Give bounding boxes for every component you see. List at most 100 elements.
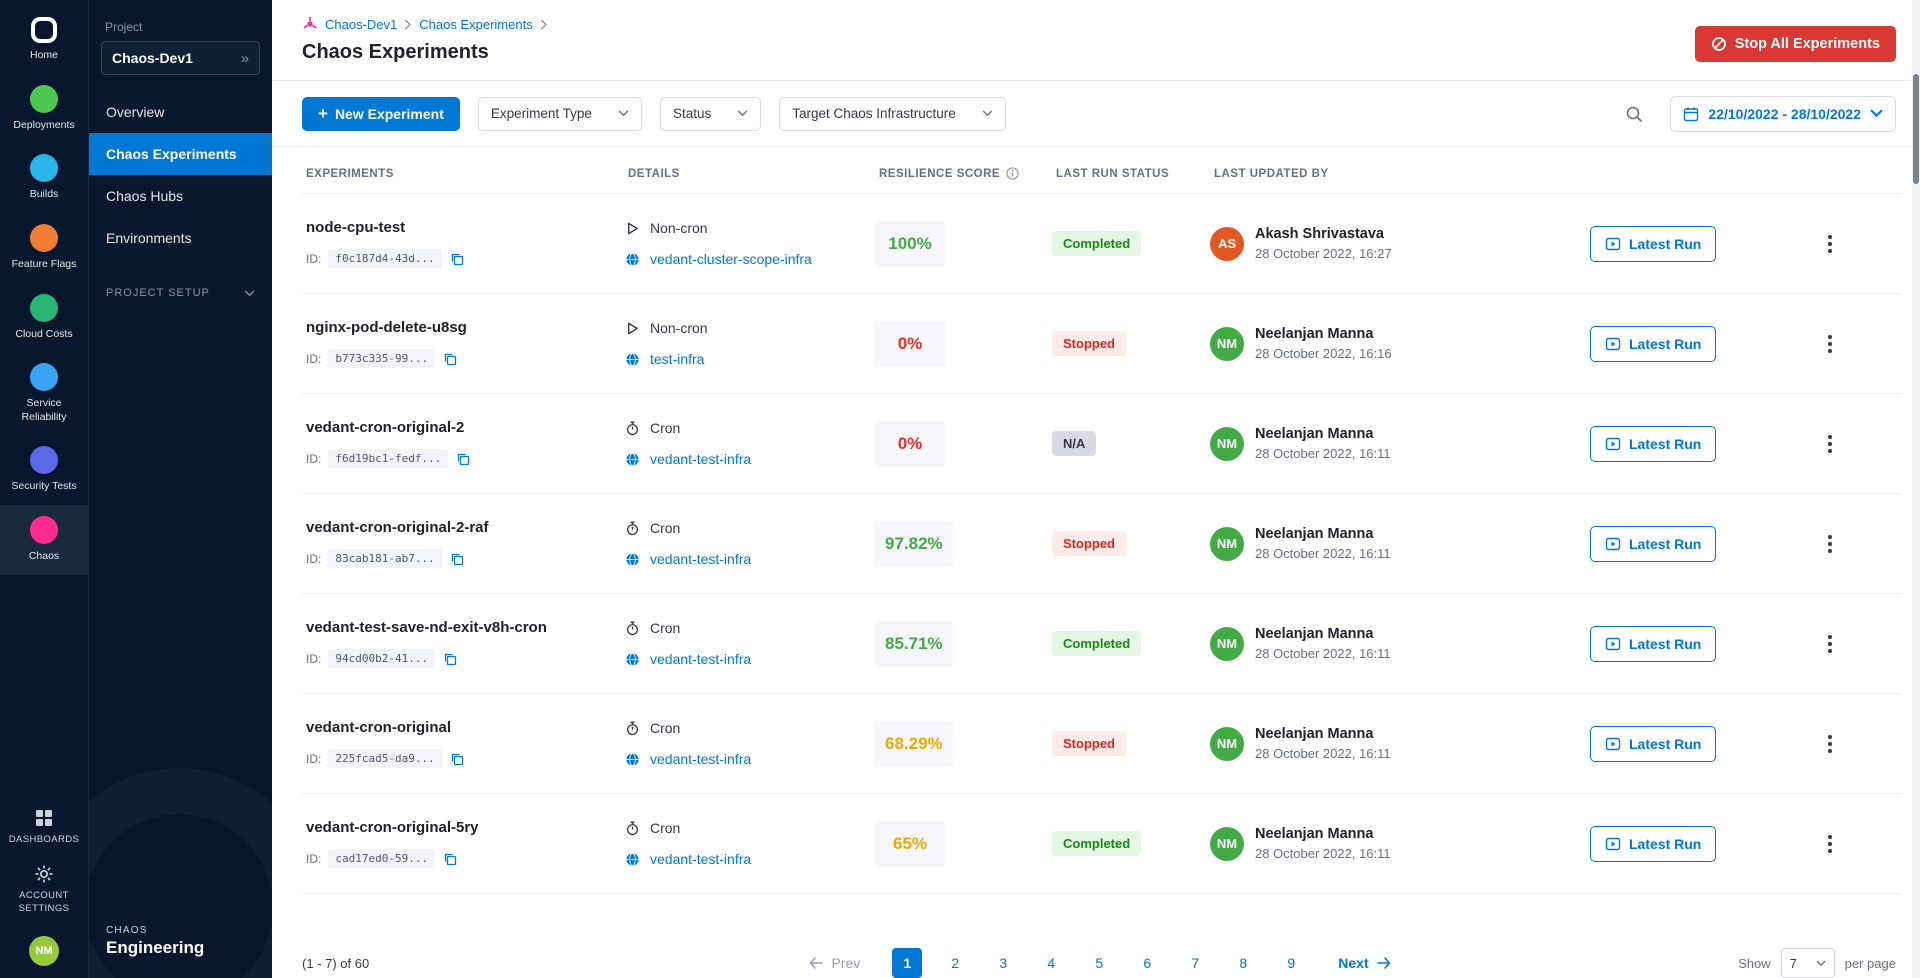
schedule-type: Cron bbox=[650, 720, 680, 736]
latest-run-button[interactable]: Latest Run bbox=[1590, 226, 1716, 262]
kebab-menu-icon[interactable] bbox=[1822, 429, 1838, 459]
copy-icon[interactable] bbox=[455, 451, 471, 467]
nav-account-settings[interactable]: ACCOUNT SETTINGS bbox=[3, 855, 85, 924]
breadcrumb-link[interactable]: Chaos Experiments bbox=[419, 17, 532, 32]
nav-cloud-costs[interactable]: Cloud Costs bbox=[0, 283, 88, 353]
prev-page-button[interactable]: Prev bbox=[809, 955, 860, 971]
project-selector[interactable]: Chaos-Dev1 » bbox=[101, 41, 260, 75]
user-name: Neelanjan Manna bbox=[1255, 326, 1392, 342]
experiment-name[interactable]: vedant-cron-original-5ry bbox=[306, 819, 608, 836]
nav-home[interactable]: Home bbox=[0, 6, 88, 74]
date-range-picker[interactable]: 22/10/2022 - 28/10/2022 bbox=[1670, 96, 1896, 132]
schedule-type: Cron bbox=[650, 520, 680, 536]
experiment-id: f6d19bc1-fedf... bbox=[328, 449, 448, 468]
next-page-button[interactable]: Next bbox=[1338, 955, 1390, 971]
infrastructure-link[interactable]: vedant-cluster-scope-infra bbox=[650, 251, 812, 267]
updated-date: 28 October 2022, 16:11 bbox=[1255, 746, 1391, 761]
cron-icon bbox=[624, 621, 641, 636]
table-row[interactable]: vedant-cron-original ID: 225fcad5-da9...… bbox=[302, 694, 1900, 794]
page-button-8[interactable]: 8 bbox=[1228, 948, 1258, 978]
nav-service-reliability[interactable]: Service Reliability bbox=[0, 352, 88, 435]
infrastructure-link[interactable]: vedant-test-infra bbox=[650, 751, 751, 767]
table-row[interactable]: node-cpu-test ID: f0c187d4-43d... Non-cr… bbox=[302, 194, 1900, 294]
page-button-1[interactable]: 1 bbox=[892, 948, 922, 978]
copy-icon[interactable] bbox=[442, 651, 458, 667]
latest-run-button[interactable]: Latest Run bbox=[1590, 526, 1716, 562]
column-header-last-updated-by: LAST UPDATED BY bbox=[1210, 167, 1590, 180]
table-row[interactable]: vedant-cron-original-2 ID: f6d19bc1-fedf… bbox=[302, 394, 1900, 494]
table-row[interactable]: vedant-cron-original-5ry ID: cad17ed0-59… bbox=[302, 794, 1900, 894]
copy-icon[interactable] bbox=[449, 551, 465, 567]
copy-icon[interactable] bbox=[449, 251, 465, 267]
filter-target-chaos-infrastructure[interactable]: Target Chaos Infrastructure bbox=[779, 97, 1006, 131]
table-row[interactable]: nginx-pod-delete-u8sg ID: b773c335-99...… bbox=[302, 294, 1900, 394]
nav-dashboards[interactable]: DASHBOARDS bbox=[7, 799, 82, 855]
experiment-name[interactable]: vedant-cron-original-2 bbox=[306, 419, 608, 436]
table-row[interactable]: vedant-test-save-nd-exit-v8h-cron ID: 94… bbox=[302, 594, 1900, 694]
page-button-2[interactable]: 2 bbox=[940, 948, 970, 978]
schedule-type: Cron bbox=[650, 620, 680, 636]
kebab-menu-icon[interactable] bbox=[1822, 629, 1838, 659]
kebab-menu-icon[interactable] bbox=[1822, 729, 1838, 759]
latest-run-button[interactable]: Latest Run bbox=[1590, 426, 1716, 462]
sidebar-item-environments[interactable]: Environments bbox=[89, 217, 272, 259]
user-avatar[interactable]: NM bbox=[29, 936, 59, 966]
experiment-name[interactable]: vedant-cron-original bbox=[306, 719, 608, 736]
scrollbar-thumb[interactable] bbox=[1913, 74, 1919, 184]
latest-run-button[interactable]: Latest Run bbox=[1590, 326, 1716, 362]
page-button-7[interactable]: 7 bbox=[1180, 948, 1210, 978]
search-button[interactable] bbox=[1616, 96, 1652, 132]
experiment-id-label: ID: bbox=[306, 252, 321, 266]
filter-experiment-type[interactable]: Experiment Type bbox=[478, 97, 642, 131]
copy-icon[interactable] bbox=[442, 851, 458, 867]
account-settings-label: ACCOUNT SETTINGS bbox=[5, 890, 83, 915]
experiment-id: 83cab181-ab7... bbox=[328, 549, 441, 568]
per-page-select[interactable]: 7 bbox=[1781, 948, 1835, 978]
page-button-3[interactable]: 3 bbox=[988, 948, 1018, 978]
page-button-9[interactable]: 9 bbox=[1276, 948, 1306, 978]
experiment-name[interactable]: vedant-test-save-nd-exit-v8h-cron bbox=[306, 619, 608, 636]
experiment-id: b773c335-99... bbox=[328, 349, 435, 368]
infrastructure-link[interactable]: vedant-test-infra bbox=[650, 551, 751, 567]
table-row[interactable]: vedant-cron-original-2-raf ID: 83cab181-… bbox=[302, 494, 1900, 594]
sidebar-item-chaos-experiments[interactable]: Chaos Experiments bbox=[89, 133, 272, 175]
sidebar-item-overview[interactable]: Overview bbox=[89, 91, 272, 133]
nav-deployments[interactable]: Deployments bbox=[0, 74, 88, 144]
breadcrumb-link[interactable]: Chaos-Dev1 bbox=[325, 17, 397, 32]
page-button-4[interactable]: 4 bbox=[1036, 948, 1066, 978]
infrastructure-link[interactable]: vedant-test-infra bbox=[650, 851, 751, 867]
copy-icon[interactable] bbox=[442, 351, 458, 367]
service-reliability-icon bbox=[30, 363, 58, 391]
latest-run-button[interactable]: Latest Run bbox=[1590, 826, 1716, 862]
page-button-6[interactable]: 6 bbox=[1132, 948, 1162, 978]
infrastructure-link[interactable]: vedant-test-infra bbox=[650, 451, 751, 467]
latest-run-button[interactable]: Latest Run bbox=[1590, 726, 1716, 762]
copy-icon[interactable] bbox=[449, 751, 465, 767]
experiment-name[interactable]: nginx-pod-delete-u8sg bbox=[306, 319, 608, 336]
infrastructure-link[interactable]: test-infra bbox=[650, 351, 704, 367]
kebab-menu-icon[interactable] bbox=[1822, 329, 1838, 359]
filter-status[interactable]: Status bbox=[660, 97, 761, 131]
experiment-name[interactable]: vedant-cron-original-2-raf bbox=[306, 519, 608, 536]
infrastructure-link[interactable]: vedant-test-infra bbox=[650, 651, 751, 667]
nav-feature-flags[interactable]: Feature Flags bbox=[0, 213, 88, 283]
nav-builds[interactable]: Builds bbox=[0, 143, 88, 213]
filter-label: Experiment Type bbox=[491, 106, 592, 121]
page-button-5[interactable]: 5 bbox=[1084, 948, 1114, 978]
stop-all-experiments-button[interactable]: Stop All Experiments bbox=[1695, 26, 1896, 62]
project-setup-toggle[interactable]: PROJECT SETUP bbox=[89, 275, 272, 311]
kebab-menu-icon[interactable] bbox=[1822, 229, 1838, 259]
resilience-score: 68.29% bbox=[875, 721, 953, 767]
nav-chaos[interactable]: Chaos bbox=[0, 505, 88, 575]
kebab-menu-icon[interactable] bbox=[1822, 529, 1838, 559]
user-name: Akash Shrivastava bbox=[1255, 226, 1392, 242]
kebab-menu-icon[interactable] bbox=[1822, 829, 1838, 859]
stop-all-label: Stop All Experiments bbox=[1735, 36, 1880, 52]
experiment-name[interactable]: node-cpu-test bbox=[306, 219, 608, 236]
nav-security-tests[interactable]: Security Tests bbox=[0, 435, 88, 505]
latest-run-button[interactable]: Latest Run bbox=[1590, 626, 1716, 662]
expand-projects-icon[interactable]: » bbox=[241, 50, 249, 67]
sidebar-item-chaos-hubs[interactable]: Chaos Hubs bbox=[89, 175, 272, 217]
new-experiment-button[interactable]: + New Experiment bbox=[302, 97, 460, 131]
resilience-score: 65% bbox=[875, 821, 945, 867]
